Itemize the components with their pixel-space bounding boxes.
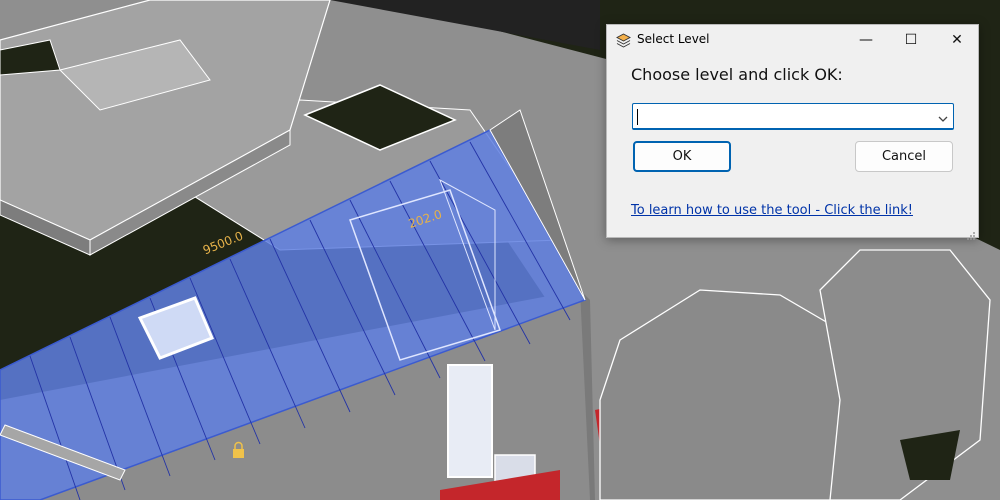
cancel-button[interactable]: Cancel [855, 141, 953, 172]
level-select[interactable] [632, 103, 954, 130]
chevron-down-icon[interactable] [937, 110, 949, 122]
resize-grip-icon[interactable] [967, 226, 976, 240]
ok-button[interactable]: OK [633, 141, 731, 172]
dialog-prompt: Choose level and click OK: [631, 65, 843, 84]
dialog-titlebar[interactable]: Select Level — ☐ ✕ [607, 25, 978, 54]
help-link[interactable]: To learn how to use the tool - Click the… [631, 203, 913, 218]
text-caret [637, 109, 638, 125]
close-button[interactable]: ✕ [934, 25, 980, 54]
maximize-button[interactable]: ☐ [888, 25, 934, 54]
layers-icon [615, 32, 632, 49]
minimize-button[interactable]: — [843, 25, 889, 54]
select-level-dialog: Select Level — ☐ ✕ Choose level and clic… [606, 24, 979, 240]
dialog-title: Select Level [637, 32, 710, 46]
